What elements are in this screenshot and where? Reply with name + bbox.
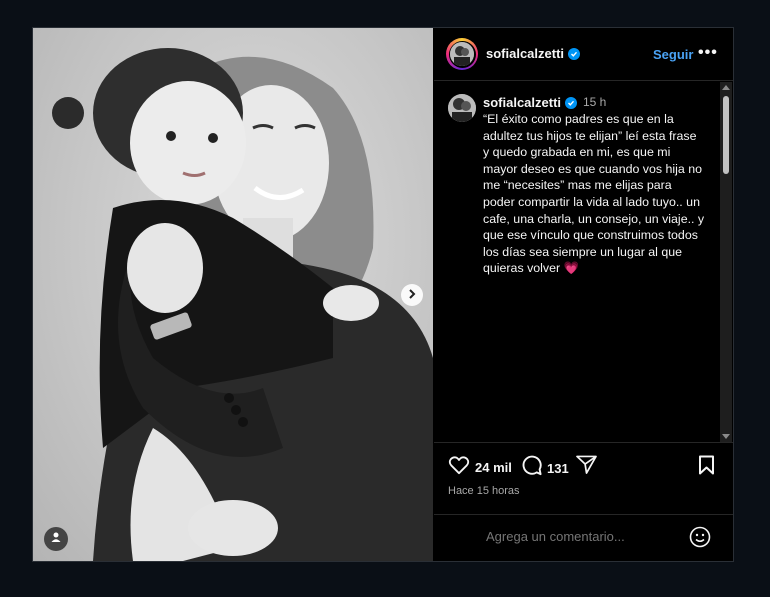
follow-button[interactable]: Seguir — [653, 47, 693, 62]
comment-button[interactable]: 131 — [521, 455, 569, 481]
caption-avatar[interactable] — [448, 94, 476, 122]
caption-text: “El éxito como padres es que en la adult… — [483, 112, 705, 276]
avatar — [450, 42, 474, 66]
caption-username[interactable]: sofialcalzetti — [483, 95, 561, 110]
post-header: sofialcalzetti Seguir ••• — [434, 28, 733, 81]
post-time-ago: Hace 15 horas — [448, 485, 520, 497]
caption-verified-badge-icon — [565, 97, 577, 109]
post-actions: 24 mil 131 Hace 15 horas — [434, 442, 733, 514]
post-side-panel: sofialcalzetti Seguir ••• sofialcalzetti… — [434, 28, 733, 561]
chevron-right-icon — [407, 286, 417, 304]
user-tag-icon — [50, 530, 62, 548]
like-button[interactable]: 24 mil — [448, 455, 512, 480]
likes-count: 24 mil — [475, 460, 512, 475]
send-icon — [576, 455, 597, 479]
user-tags-button[interactable] — [44, 527, 68, 551]
caption-time: 15 h — [583, 95, 607, 109]
share-button[interactable] — [576, 455, 597, 479]
header-username[interactable]: sofialcalzetti — [486, 46, 564, 61]
caption-scrollbar[interactable] — [720, 82, 732, 442]
story-ring[interactable] — [446, 38, 478, 70]
heart-icon — [448, 455, 470, 480]
scroll-thumb[interactable] — [723, 96, 729, 174]
emoji-icon[interactable] — [689, 526, 711, 553]
scroll-up-arrow-icon[interactable] — [722, 85, 730, 90]
bookmark-icon — [698, 455, 715, 480]
comment-bar — [434, 514, 733, 561]
verified-badge-icon — [568, 48, 580, 60]
save-button[interactable] — [698, 455, 715, 480]
comment-input[interactable] — [486, 529, 686, 544]
more-options-icon[interactable]: ••• — [698, 44, 718, 62]
comments-count: 131 — [547, 460, 569, 476]
post-photo — [33, 28, 433, 561]
comment-icon — [521, 455, 542, 481]
next-photo-button[interactable] — [401, 284, 423, 306]
scroll-down-arrow-icon[interactable] — [722, 434, 730, 439]
caption-area: sofialcalzetti 15 h “El éxito como padre… — [434, 82, 720, 440]
